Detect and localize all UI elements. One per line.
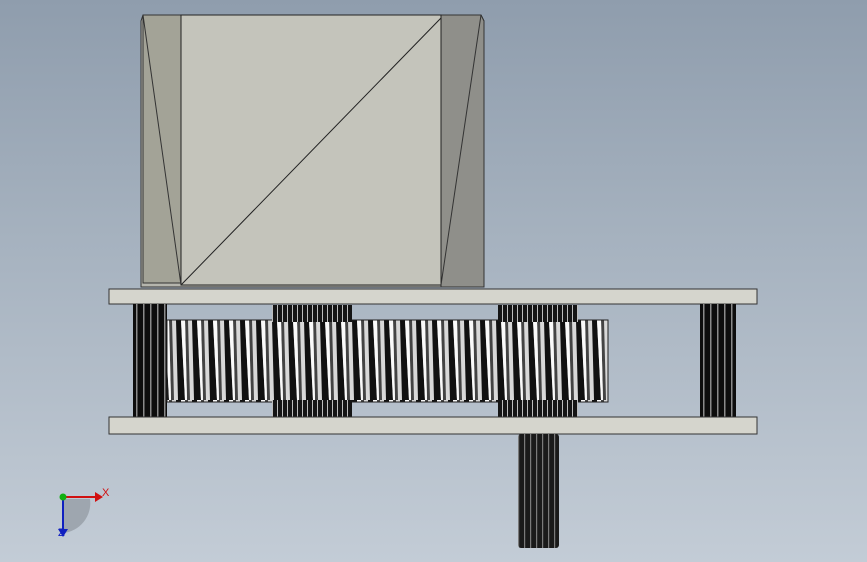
- pinion-gear-icon[interactable]: [272, 400, 352, 417]
- bottom-plate-icon[interactable]: [108, 416, 758, 435]
- spur-gear-icon[interactable]: [166, 319, 609, 403]
- gearbox-model[interactable]: [0, 0, 867, 562]
- standoff-icon[interactable]: [700, 304, 736, 417]
- top-plate-icon[interactable]: [108, 288, 758, 305]
- pinion-gear-icon[interactable]: [272, 305, 352, 322]
- z-axis-label: Z: [58, 527, 65, 539]
- pinion-gear-icon[interactable]: [498, 400, 578, 417]
- pinion-gear-icon[interactable]: [498, 305, 578, 322]
- x-axis-label: X: [102, 487, 110, 499]
- triad-arc-icon: [63, 499, 91, 533]
- origin-icon: [59, 493, 67, 501]
- motor-housing-icon[interactable]: [140, 14, 485, 288]
- cad-viewport[interactable]: X Z: [0, 0, 867, 562]
- standoff-icon[interactable]: [133, 304, 167, 417]
- output-shaft-icon[interactable]: [518, 434, 559, 548]
